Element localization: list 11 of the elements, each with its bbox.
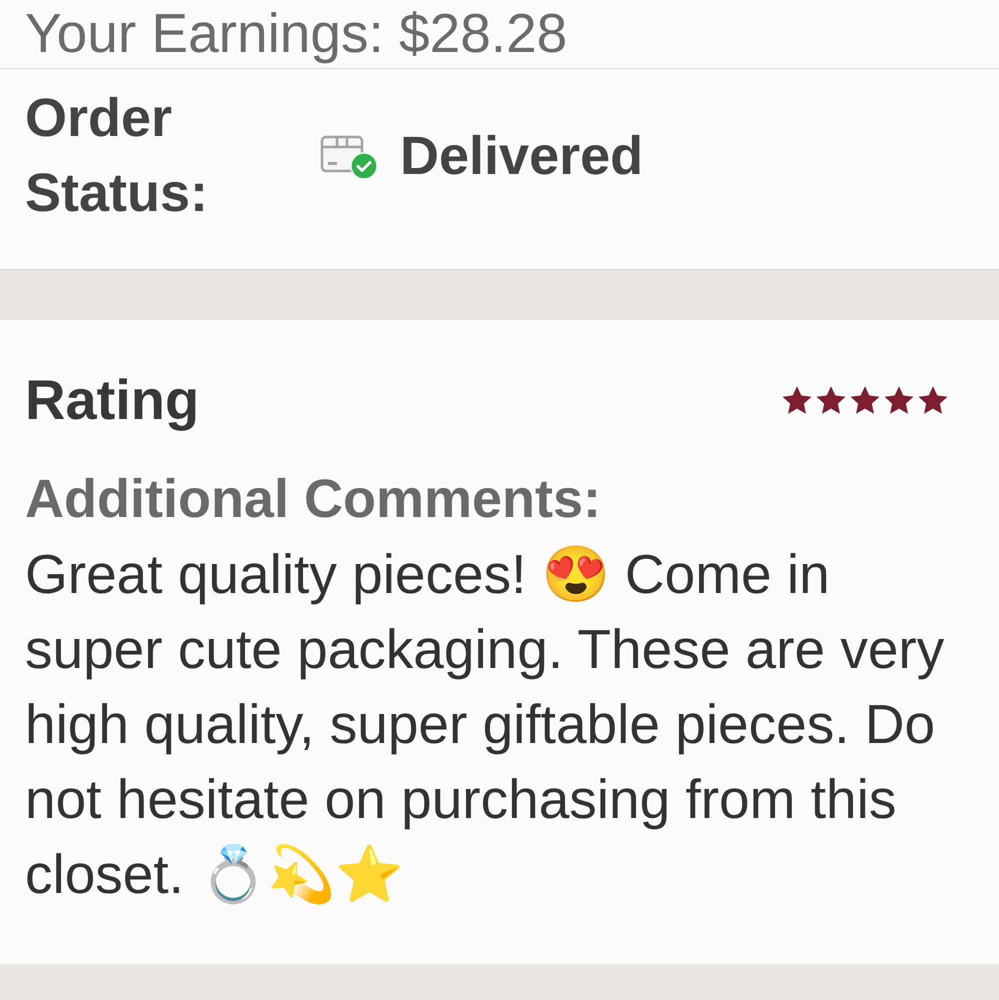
comment-text: Great quality pieces! 😍 Come in super cute packaging. These are very high quality, super giftable pieces. Do not hesitate on purchasing from this closet. 💍💫⭐ xyxy=(25,542,946,907)
star-icon xyxy=(918,386,948,414)
earnings-summary: Your Earnings: $28.28 xyxy=(25,4,568,62)
star-icon xyxy=(782,386,812,414)
star-icon xyxy=(816,386,846,414)
order-status-value: Delivered xyxy=(400,126,644,186)
order-status-label: Order Status: xyxy=(25,87,208,225)
star-icon xyxy=(884,386,914,414)
comments-heading: Additional Comments: xyxy=(25,468,601,531)
star-icon xyxy=(850,386,880,414)
rating-label: Rating xyxy=(25,370,200,430)
